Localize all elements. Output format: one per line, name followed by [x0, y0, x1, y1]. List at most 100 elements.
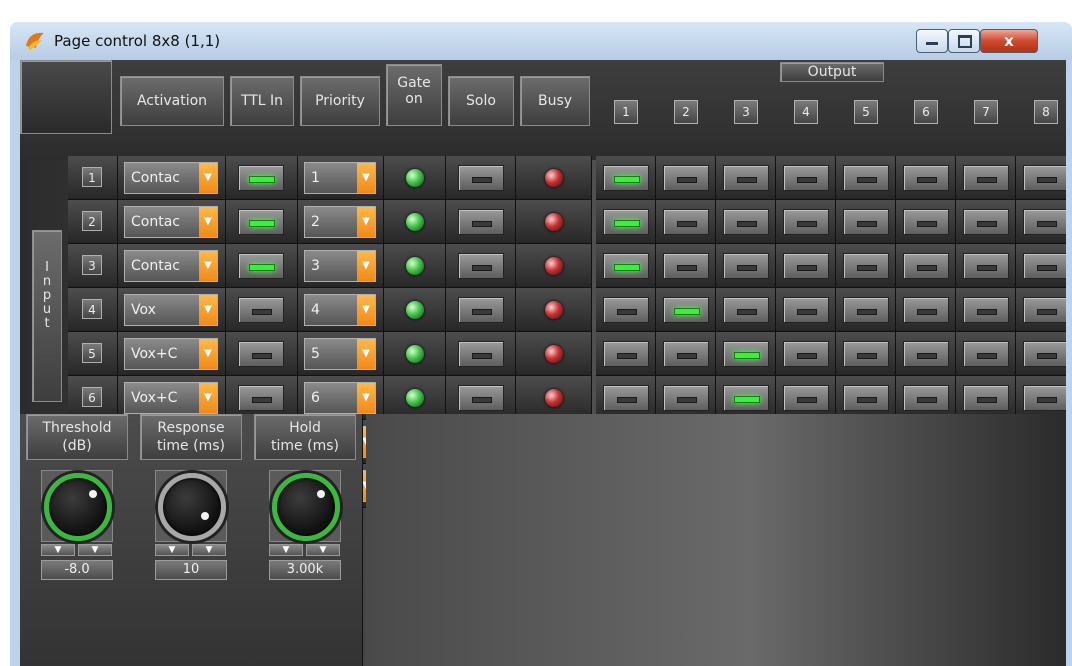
output-toggle-4[interactable]	[783, 209, 829, 235]
output-toggle-1[interactable]	[603, 209, 649, 235]
solo-toggle[interactable]	[458, 165, 504, 191]
activation-select[interactable]: Contac ▼	[124, 162, 218, 194]
output-toggle-2[interactable]	[663, 209, 709, 235]
title-bar[interactable]: Page control 8x8 (1,1) x	[10, 22, 1072, 60]
output-toggle-7[interactable]	[963, 209, 1009, 235]
output-toggle-4[interactable]	[783, 253, 829, 279]
priority-select[interactable]: 1 ▼	[304, 162, 376, 194]
output-toggle-7[interactable]	[963, 385, 1009, 411]
activation-select[interactable]: Contac ▼	[124, 250, 218, 282]
ttl-in-toggle[interactable]	[238, 209, 284, 235]
solo-toggle[interactable]	[458, 297, 504, 323]
decrement-button[interactable]: ▼	[155, 544, 189, 556]
output-toggle-8[interactable]	[1023, 253, 1066, 279]
output-toggle-5[interactable]	[843, 385, 889, 411]
activation-select[interactable]: Vox ▼	[124, 294, 218, 326]
output-toggle-3[interactable]	[723, 253, 769, 279]
output-toggle-5[interactable]	[843, 165, 889, 191]
output-toggle-8[interactable]	[1023, 209, 1066, 235]
dropdown-arrow-icon[interactable]: ▼	[199, 295, 217, 325]
dropdown-arrow-icon[interactable]: ▼	[199, 251, 217, 281]
ttl-in-toggle[interactable]	[238, 341, 284, 367]
output-toggle-3[interactable]	[723, 297, 769, 323]
dropdown-arrow-icon[interactable]: ▼	[357, 207, 375, 237]
output-toggle-5[interactable]	[843, 341, 889, 367]
priority-select[interactable]: 6 ▼	[304, 382, 376, 414]
output-toggle-3[interactable]	[723, 341, 769, 367]
output-toggle-4[interactable]	[783, 385, 829, 411]
knob-dial[interactable]	[44, 473, 112, 541]
increment-button[interactable]: ▼	[306, 544, 340, 556]
decrement-button[interactable]: ▼	[269, 544, 303, 556]
solo-toggle[interactable]	[458, 385, 504, 411]
output-toggle-4[interactable]	[783, 297, 829, 323]
solo-toggle[interactable]	[458, 341, 504, 367]
ttl-in-toggle[interactable]	[238, 297, 284, 323]
output-toggle-4[interactable]	[783, 341, 829, 367]
output-toggle-4[interactable]	[783, 165, 829, 191]
output-toggle-2[interactable]	[663, 165, 709, 191]
output-toggle-6[interactable]	[903, 253, 949, 279]
knob-value[interactable]: -8.0	[41, 560, 113, 580]
knob-dial[interactable]	[158, 473, 226, 541]
output-toggle-6[interactable]	[903, 385, 949, 411]
increment-button[interactable]: ▼	[78, 544, 112, 556]
knob-dial[interactable]	[272, 473, 340, 541]
dropdown-arrow-icon[interactable]: ▼	[357, 383, 375, 413]
output-toggle-2[interactable]	[663, 253, 709, 279]
priority-select[interactable]: 5 ▼	[304, 338, 376, 370]
output-toggle-6[interactable]	[903, 165, 949, 191]
solo-toggle[interactable]	[458, 209, 504, 235]
output-toggle-8[interactable]	[1023, 341, 1066, 367]
increment-button[interactable]: ▼	[192, 544, 226, 556]
knob-value[interactable]: 3.00k	[269, 560, 341, 580]
dropdown-arrow-icon[interactable]: ▼	[199, 207, 217, 237]
output-toggle-6[interactable]	[903, 297, 949, 323]
output-toggle-6[interactable]	[903, 341, 949, 367]
output-toggle-3[interactable]	[723, 385, 769, 411]
priority-select[interactable]: 4 ▼	[304, 294, 376, 326]
output-toggle-1[interactable]	[603, 341, 649, 367]
output-toggle-1[interactable]	[603, 297, 649, 323]
maximize-button[interactable]	[948, 29, 980, 53]
output-toggle-1[interactable]	[603, 165, 649, 191]
minimize-button[interactable]	[916, 29, 948, 53]
priority-select[interactable]: 3 ▼	[304, 250, 376, 282]
knob-value[interactable]: 10	[155, 560, 227, 580]
output-toggle-2[interactable]	[663, 297, 709, 323]
output-toggle-3[interactable]	[723, 165, 769, 191]
output-toggle-5[interactable]	[843, 253, 889, 279]
output-toggle-1[interactable]	[603, 385, 649, 411]
solo-toggle[interactable]	[458, 253, 504, 279]
ttl-in-toggle[interactable]	[238, 385, 284, 411]
activation-select[interactable]: Contac ▼	[124, 206, 218, 238]
dropdown-arrow-icon[interactable]: ▼	[357, 295, 375, 325]
output-toggle-5[interactable]	[843, 209, 889, 235]
priority-select[interactable]: 2 ▼	[304, 206, 376, 238]
output-toggle-7[interactable]	[963, 165, 1009, 191]
output-toggle-8[interactable]	[1023, 385, 1066, 411]
output-toggle-2[interactable]	[663, 341, 709, 367]
close-button[interactable]: x	[980, 29, 1038, 53]
ttl-in-toggle[interactable]	[238, 253, 284, 279]
output-toggle-3[interactable]	[723, 209, 769, 235]
output-toggle-5[interactable]	[843, 297, 889, 323]
dropdown-arrow-icon[interactable]: ▼	[357, 251, 375, 281]
dropdown-arrow-icon[interactable]: ▼	[199, 383, 217, 413]
output-toggle-7[interactable]	[963, 297, 1009, 323]
output-toggle-8[interactable]	[1023, 297, 1066, 323]
dropdown-arrow-icon[interactable]: ▼	[357, 163, 375, 193]
output-toggle-7[interactable]	[963, 253, 1009, 279]
output-toggle-1[interactable]	[603, 253, 649, 279]
output-toggle-6[interactable]	[903, 209, 949, 235]
decrement-button[interactable]: ▼	[41, 544, 75, 556]
output-toggle-8[interactable]	[1023, 165, 1066, 191]
dropdown-arrow-icon[interactable]: ▼	[199, 163, 217, 193]
activation-select[interactable]: Vox+C ▼	[124, 338, 218, 370]
activation-select[interactable]: Vox+C ▼	[124, 382, 218, 414]
ttl-in-toggle[interactable]	[238, 165, 284, 191]
output-toggle-7[interactable]	[963, 341, 1009, 367]
dropdown-arrow-icon[interactable]: ▼	[199, 339, 217, 369]
dropdown-arrow-icon[interactable]: ▼	[357, 339, 375, 369]
output-toggle-2[interactable]	[663, 385, 709, 411]
